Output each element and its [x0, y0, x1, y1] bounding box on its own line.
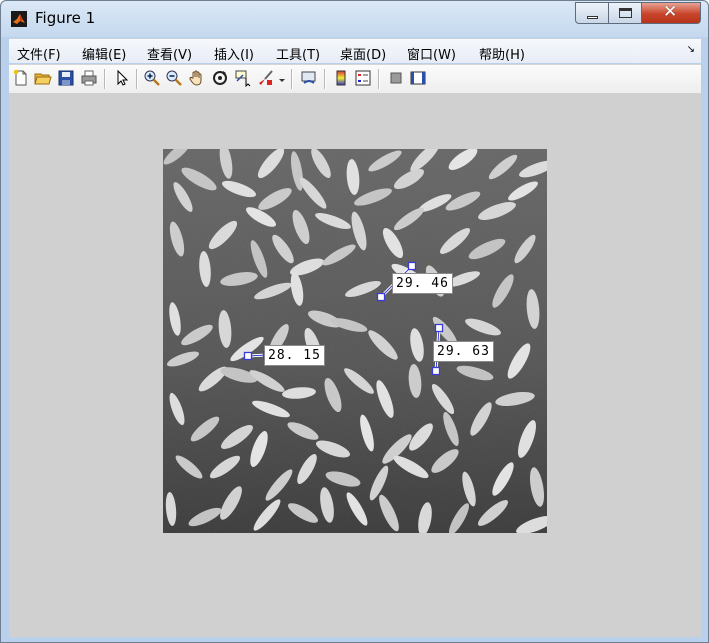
figure-toolbar — [9, 64, 701, 94]
zoom-in-icon[interactable] — [143, 69, 161, 87]
measurement-label[interactable]: 29. 46 — [392, 273, 453, 294]
menu-overflow-icon[interactable]: ↘ — [687, 44, 695, 55]
measurement-endpoint-handle[interactable] — [407, 261, 417, 271]
toolbar-separator — [291, 69, 293, 89]
toolbar-separator — [136, 69, 138, 89]
menu-view[interactable]: 查看(V) — [147, 44, 192, 63]
brush-dropdown-icon[interactable] — [278, 69, 286, 87]
title-bar[interactable]: Figure 1 ✕ — [1, 1, 708, 37]
menu-file[interactable]: 文件(F) — [17, 44, 61, 63]
measurement-endpoint-handle[interactable] — [243, 351, 253, 361]
maximize-icon — [619, 8, 632, 18]
rotate-3d-icon[interactable] — [211, 69, 229, 87]
pan-hand-icon[interactable] — [188, 69, 206, 87]
menu-edit[interactable]: 编辑(E) — [82, 44, 126, 63]
link-plot-icon[interactable] — [300, 69, 318, 87]
measurement-endpoint-handle[interactable] — [434, 323, 444, 333]
figure-window: Figure 1 ✕ 文件(F) 编辑(E) 查看(V) 插入(I) 工具(T)… — [0, 0, 709, 643]
measurement-endpoint-handle[interactable] — [376, 292, 386, 302]
close-button[interactable]: ✕ — [641, 2, 701, 24]
open-file-icon[interactable] — [34, 69, 52, 87]
menu-help[interactable]: 帮助(H) — [479, 44, 525, 63]
data-cursor-icon[interactable] — [234, 69, 252, 87]
maximize-button[interactable] — [608, 2, 642, 24]
matlab-logo-icon — [11, 11, 27, 27]
menu-tools[interactable]: 工具(T) — [276, 44, 320, 63]
close-icon: ✕ — [663, 2, 678, 22]
menu-desktop[interactable]: 桌面(D) — [340, 44, 386, 63]
insert-legend-icon[interactable] — [354, 69, 372, 87]
toolbar-separator — [104, 69, 106, 89]
zoom-out-icon[interactable] — [165, 69, 183, 87]
toolbar-separator — [378, 69, 380, 89]
minimize-icon — [587, 16, 598, 19]
save-icon[interactable] — [57, 69, 75, 87]
print-icon[interactable] — [80, 69, 98, 87]
window-title: Figure 1 — [35, 9, 96, 27]
hide-plot-tools-icon[interactable] — [387, 69, 405, 87]
show-plot-tools-icon[interactable] — [409, 69, 427, 87]
brush-icon[interactable] — [257, 69, 275, 87]
toolbar-separator — [324, 69, 326, 89]
insert-colorbar-icon[interactable] — [332, 69, 350, 87]
new-figure-icon[interactable] — [12, 69, 30, 87]
figure-canvas[interactable]: 28. 15 29. 46 29. 63 — [9, 93, 701, 637]
menu-bar: 文件(F) 编辑(E) 查看(V) 插入(I) 工具(T) 桌面(D) 窗口(W… — [9, 38, 701, 63]
measurement-label[interactable]: 29. 63 — [433, 341, 494, 362]
measurement-endpoint-handle[interactable] — [431, 366, 441, 376]
minimize-button[interactable] — [575, 2, 609, 24]
menu-window[interactable]: 窗口(W) — [407, 44, 456, 63]
measurement-label[interactable]: 28. 15 — [264, 345, 325, 366]
edit-plot-arrow-icon[interactable] — [113, 69, 131, 87]
menu-insert[interactable]: 插入(I) — [214, 44, 254, 63]
